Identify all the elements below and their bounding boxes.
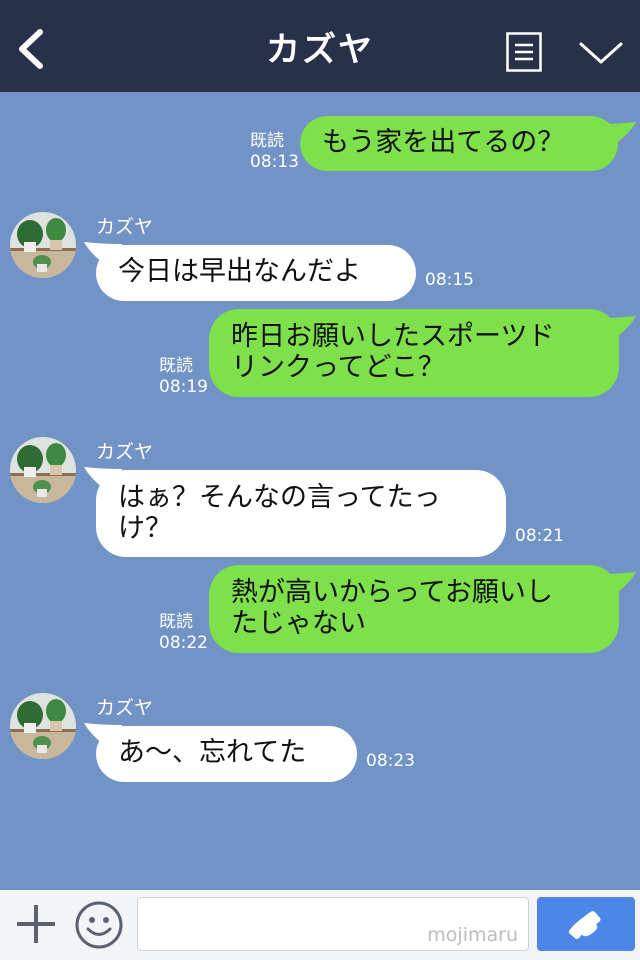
avatar[interactable] — [10, 437, 76, 503]
message-input[interactable]: mojimaru — [137, 897, 529, 951]
message-time: 08:15 — [425, 270, 474, 290]
message-bubble-received[interactable]: あ〜、忘れてた — [96, 726, 357, 782]
sender-name: カズヤ — [96, 441, 154, 463]
plant-avatar-icon — [10, 212, 76, 278]
message-time: 08:21 — [515, 526, 564, 546]
message-bubble-sent[interactable]: もう家を出てるの？ — [300, 116, 618, 171]
call-button[interactable] — [537, 897, 635, 951]
sender-name: カズヤ — [96, 697, 154, 719]
chat-title: カズヤ — [266, 30, 374, 70]
read-status: 既読 08:19 — [159, 356, 208, 397]
avatar[interactable] — [10, 212, 76, 278]
watermark-text: mojimaru — [427, 924, 518, 946]
message-time: 08:23 — [366, 751, 415, 771]
chevron-down-icon[interactable] — [578, 38, 624, 68]
avatar[interactable] — [10, 693, 76, 759]
chat-area[interactable]: 既読 08:13 もう家を出てるの？ カズヤ 今日は早出なんだよ 08:15 既読… — [0, 92, 640, 890]
sender-name: カズヤ — [96, 216, 154, 238]
chat-header: カズヤ — [0, 0, 640, 92]
plant-avatar-icon — [10, 693, 76, 759]
phone-icon — [569, 911, 601, 940]
read-status: 既読 08:13 — [250, 131, 299, 172]
emoji-icon[interactable] — [74, 900, 124, 950]
notes-icon[interactable] — [506, 32, 542, 72]
plus-icon[interactable] — [14, 902, 58, 946]
plant-avatar-icon — [10, 437, 76, 503]
message-bubble-sent[interactable]: 熱が高いからってお願いし たじゃない — [209, 565, 619, 653]
message-bubble-sent[interactable]: 昨日お願いしたスポーツド リンクってどこ？ — [209, 309, 619, 397]
message-bubble-received[interactable]: 今日は早出なんだよ — [96, 245, 416, 301]
message-bubble-received[interactable]: はぁ？そんなの言ってたっ け？ — [96, 470, 506, 557]
read-status: 既読 08:22 — [159, 612, 208, 653]
